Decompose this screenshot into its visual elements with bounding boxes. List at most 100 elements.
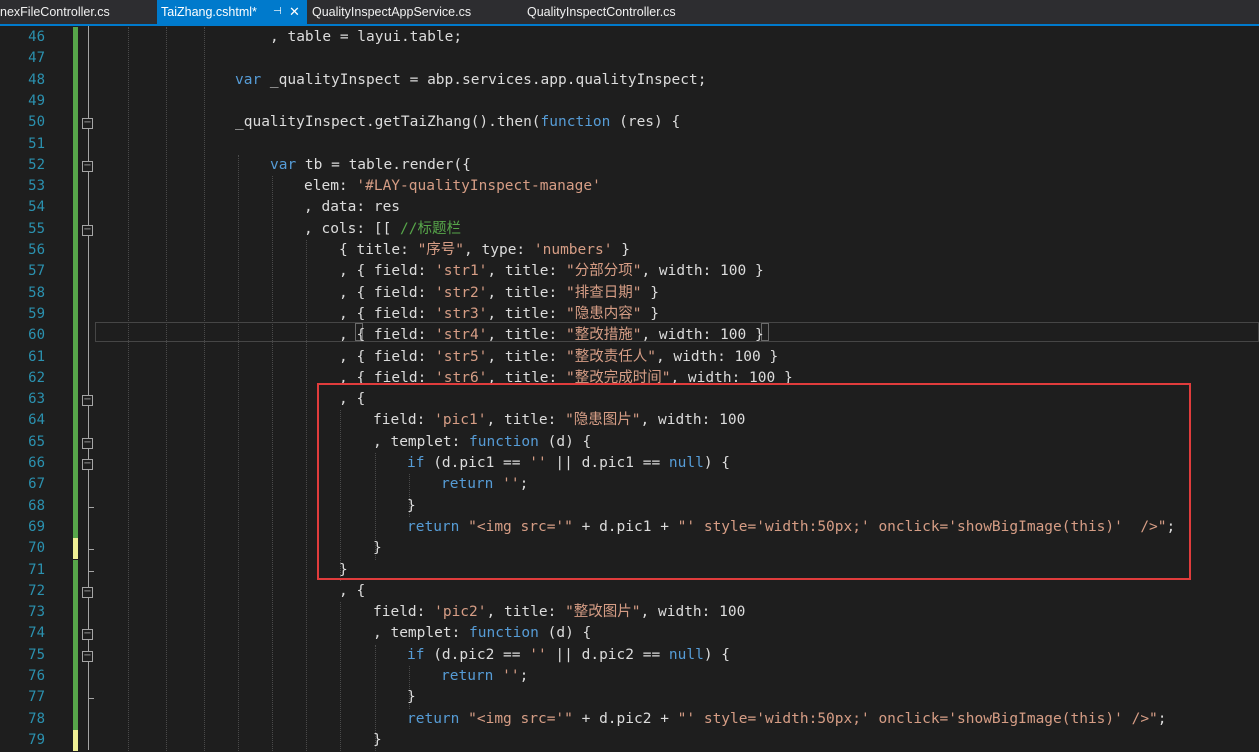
collapse-region-toggle[interactable]: − [82, 629, 93, 641]
code-token: , { [339, 582, 366, 599]
code-token: , data: res [304, 199, 401, 216]
code-token: + d.pic2 + [572, 710, 678, 727]
collapse-region-toggle[interactable]: − [82, 224, 93, 236]
code-line: var tb = table.render({ [270, 155, 471, 176]
code-line: , { field: 'str1', title: "分部分项", width:… [339, 261, 764, 282]
line-number: 46 [28, 29, 45, 45]
code-token: (d.pic2 == [424, 646, 530, 663]
code-keyword: if [407, 646, 425, 663]
code-token: } [641, 305, 659, 322]
collapse-region-toggle[interactable]: − [82, 437, 93, 449]
tab-label: QualityInspectController.cs [527, 5, 676, 19]
outline-region-end [88, 570, 94, 572]
code-token: ; [1157, 710, 1167, 727]
line-number: 77 [28, 689, 45, 706]
code-line: , data: res [304, 197, 400, 218]
code-string: 'str5' [435, 348, 488, 365]
code-token: , table = layui.table; [270, 29, 463, 45]
code-line: , { field: 'str4', title: "整改措施", width:… [339, 325, 764, 346]
close-icon[interactable]: ✕ [289, 0, 300, 24]
tab-taizhang-cshtml[interactable]: TaiZhang.cshtml* ⊣ ✕ [157, 0, 307, 24]
code-string: "分部分项" [566, 263, 642, 280]
line-number: 66 [28, 455, 45, 471]
code-string: 'str2' [435, 284, 488, 301]
code-line: , { [339, 581, 365, 602]
tab-qualityinspectcontroller[interactable]: QualityInspectController.cs [527, 0, 727, 24]
code-line: , { field: 'str5', title: "整改责任人", width… [339, 347, 778, 368]
indent-guide [238, 154, 239, 752]
code-token: elem: [304, 178, 357, 195]
line-number: 65 [28, 433, 45, 450]
outline-region-end [88, 698, 94, 700]
code-line: elem: '#LAY-qualityInspect-manage' [304, 176, 601, 197]
code-token: (d) { [538, 625, 592, 642]
code-token: , width: 100 } [641, 263, 764, 280]
code-token: _qualityInspect = abp.services.app.quali… [261, 71, 707, 88]
collapse-region-toggle[interactable]: − [82, 160, 93, 172]
tab-qualityinspectappservice[interactable]: QualityInspectAppService.cs [312, 0, 512, 24]
line-number: 55 [28, 220, 45, 237]
pin-icon[interactable]: ⊣ [273, 0, 282, 24]
code-token: ) { [703, 646, 731, 663]
unsaved-change-marker [73, 729, 78, 752]
code-string: "整改图片" [565, 604, 641, 621]
code-string: 'pic2' [434, 604, 487, 621]
line-number: 61 [28, 348, 45, 365]
collapse-region-toggle[interactable]: − [82, 650, 93, 662]
code-line: var _qualityInspect = abp.services.app.q… [235, 70, 706, 91]
outline-spine [88, 26, 89, 751]
code-token: } [612, 242, 630, 258]
code-token: } [641, 284, 659, 301]
code-line: , { field: 'str3', title: "隐患内容" } [339, 304, 659, 325]
collapse-region-toggle[interactable]: − [82, 118, 93, 130]
line-number: 52 [28, 156, 45, 173]
unsaved-change-marker [73, 538, 78, 560]
code-string: "<img src='" [468, 710, 573, 727]
code-string: 'str1' [435, 263, 488, 280]
code-line: , cols: [[ //标题栏 [304, 219, 461, 240]
line-number: 50 [28, 114, 45, 131]
tab-label: TaiZhang.cshtml* [161, 5, 257, 19]
tab-label: nexFileController.cs [0, 5, 110, 19]
code-string: '#LAY-qualityInspect-manage' [356, 178, 601, 195]
code-string: '' [502, 668, 520, 684]
code-string: "序号" [417, 242, 465, 258]
code-token: , { field: [339, 348, 436, 365]
line-number: 69 [28, 518, 45, 535]
line-number: 51 [28, 135, 45, 152]
code-token: , title: [487, 263, 566, 280]
line-number: 68 [28, 497, 45, 514]
code-token: field: [373, 604, 435, 621]
outline-region-end [88, 506, 94, 508]
code-token: , { field: [339, 284, 436, 301]
code-line: , { field: 'str2', title: "排查日期" } [339, 283, 659, 304]
tab-nexfilecontroller[interactable]: nexFileController.cs [0, 0, 150, 24]
indent-guide [306, 240, 307, 752]
collapse-region-toggle[interactable]: − [82, 395, 93, 407]
code-line: } [373, 730, 382, 751]
line-number: 59 [28, 305, 45, 322]
code-keyword: function [469, 625, 539, 642]
code-line: , table = layui.table; [270, 27, 462, 48]
code-editor[interactable]: 46 47 48 49 50 51 52 53 54 55 56 57 58 59 60 61 62 63 64 65… [0, 26, 1259, 752]
code-keyword: return [407, 710, 460, 727]
indent-guide [272, 176, 273, 752]
indent-guide [128, 27, 129, 752]
code-token: , templet: [373, 625, 470, 642]
saved-change-marker [73, 559, 78, 730]
tab-label: QualityInspectAppService.cs [312, 5, 472, 19]
code-string: '' [529, 646, 547, 663]
code-keyword: null [668, 646, 704, 663]
code-token: || d.pic2 == [546, 646, 669, 663]
code-token: _qualityInspect.getTaiZhang().then( [235, 114, 541, 131]
line-number: 63 [28, 391, 45, 408]
collapse-region-toggle[interactable]: − [82, 459, 93, 470]
collapse-region-toggle[interactable]: − [82, 586, 93, 598]
code-string: 'numbers' [533, 242, 613, 258]
indent-guide [340, 602, 341, 752]
code-token: } [373, 731, 382, 748]
code-token: { title: [339, 242, 418, 258]
code-token: ; [519, 668, 529, 684]
line-number: 67 [28, 476, 45, 493]
